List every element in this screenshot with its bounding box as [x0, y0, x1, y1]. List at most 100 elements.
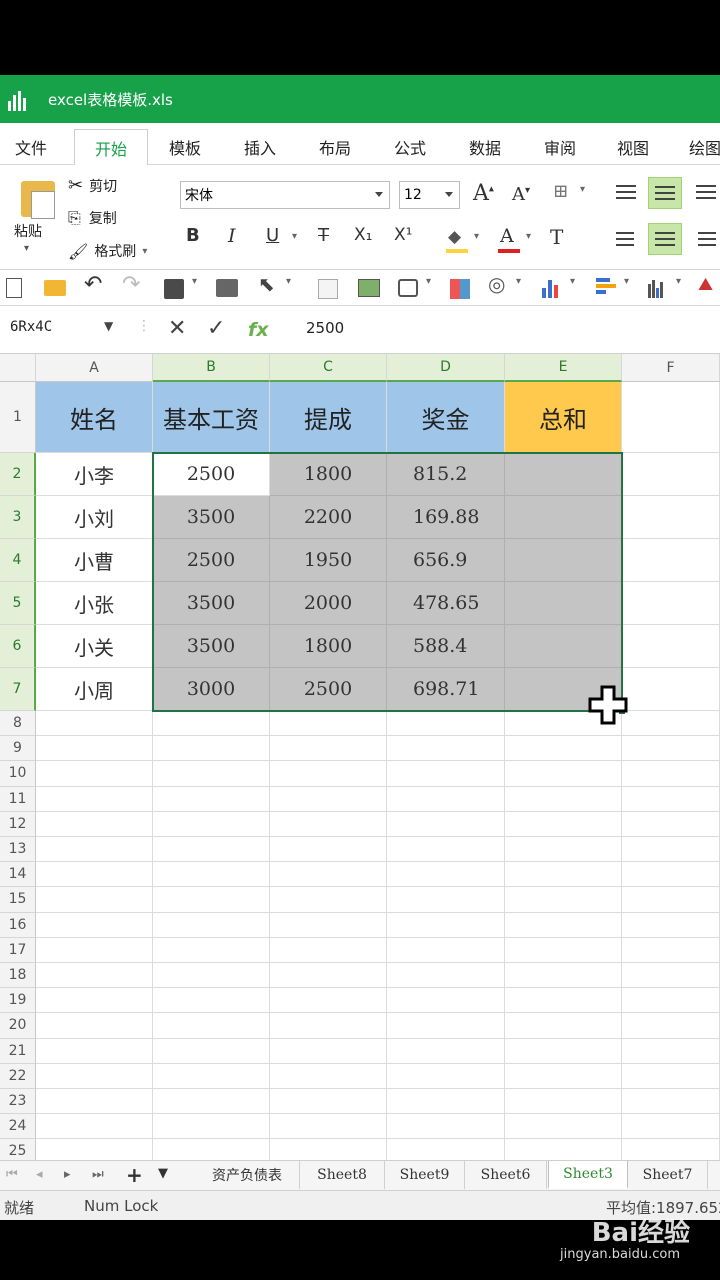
tab-template[interactable]: 模板 — [152, 129, 218, 165]
cell-c10[interactable] — [270, 761, 387, 787]
row-header-9[interactable]: 9 — [0, 736, 36, 762]
cell-c1[interactable]: 提成 — [270, 382, 387, 453]
cell-f24[interactable] — [622, 1114, 720, 1140]
underline-button[interactable]: U — [266, 225, 279, 246]
cell-e20[interactable] — [505, 1013, 622, 1039]
row-header-7[interactable]: 7 — [0, 668, 36, 711]
row-header-1[interactable]: 1 — [0, 382, 36, 453]
cell-c2[interactable]: 1800 — [270, 453, 387, 496]
cell-d10[interactable] — [387, 761, 505, 787]
cell-f19[interactable] — [622, 988, 720, 1014]
cell-f4[interactable] — [622, 539, 720, 582]
subscript-button[interactable]: X₁ — [354, 225, 372, 245]
cell-d14[interactable] — [387, 862, 505, 888]
tab-formula[interactable]: 公式 — [377, 129, 443, 165]
align-top-icon[interactable] — [616, 185, 636, 199]
cell-f16[interactable] — [622, 912, 720, 938]
row-header-12[interactable]: 12 — [0, 811, 36, 837]
cell-a1[interactable]: 姓名 — [36, 382, 153, 453]
formula-input[interactable]: 2500 — [306, 319, 344, 337]
column-header-a[interactable]: A — [36, 354, 153, 382]
picture-icon[interactable] — [358, 279, 380, 297]
cell-e23[interactable] — [505, 1089, 622, 1115]
tab-draw[interactable]: 绘图 — [675, 129, 720, 165]
column-header-c[interactable]: C — [270, 354, 387, 382]
cell-b12[interactable] — [153, 811, 270, 837]
cell-f20[interactable] — [622, 1013, 720, 1039]
cell-b15[interactable] — [153, 887, 270, 913]
chevron-down-icon[interactable]: ▾ — [624, 276, 646, 298]
cell-d3[interactable]: 169.88 — [387, 496, 505, 539]
cell-f18[interactable] — [622, 963, 720, 989]
cell-d21[interactable] — [387, 1038, 505, 1064]
cell-f17[interactable] — [622, 937, 720, 963]
row-header-21[interactable]: 21 — [0, 1038, 36, 1064]
cell-f15[interactable] — [622, 887, 720, 913]
cell-c25[interactable] — [270, 1139, 387, 1160]
cell-b21[interactable] — [153, 1038, 270, 1064]
save-icon[interactable] — [164, 279, 184, 299]
column-header-b[interactable]: B — [153, 354, 270, 382]
row-header-8[interactable]: 8 — [0, 711, 36, 737]
cell-e3[interactable] — [505, 496, 622, 539]
cell-b1[interactable]: 基本工资 — [153, 382, 270, 453]
cell-d20[interactable] — [387, 1013, 505, 1039]
cell-a17[interactable] — [36, 937, 153, 963]
column-header-e[interactable]: E — [505, 354, 622, 382]
cell-d4[interactable]: 656.9 — [387, 539, 505, 582]
cell-d15[interactable] — [387, 887, 505, 913]
italic-button[interactable]: I — [228, 225, 236, 247]
cell-d7[interactable]: 698.71 — [387, 668, 505, 711]
cell-e17[interactable] — [505, 937, 622, 963]
cell-e24[interactable] — [505, 1114, 622, 1140]
strikethrough-button[interactable]: T — [318, 225, 329, 246]
fill-color-button[interactable]: ◆ ▾ — [444, 223, 484, 257]
cell-c7[interactable]: 2500 — [270, 668, 387, 711]
add-sheet-icon[interactable]: + — [126, 1163, 143, 1187]
column-chart-icon[interactable] — [648, 276, 670, 298]
cell-c12[interactable] — [270, 811, 387, 837]
row-header-10[interactable]: 10 — [0, 761, 36, 787]
cell-c22[interactable] — [270, 1063, 387, 1089]
redo-icon[interactable]: ↷ — [122, 272, 144, 297]
prev-sheet-icon[interactable]: ◂ — [36, 1167, 43, 1182]
row-header-18[interactable]: 18 — [0, 963, 36, 989]
select-all-corner[interactable] — [0, 354, 36, 382]
cell-f23[interactable] — [622, 1089, 720, 1115]
cell-e5[interactable] — [505, 582, 622, 625]
cell-f5[interactable] — [622, 582, 720, 625]
cell-a24[interactable] — [36, 1114, 153, 1140]
cell-a8[interactable] — [36, 711, 153, 737]
cell-a14[interactable] — [36, 862, 153, 888]
sheet-tab-sheet7[interactable]: Sheet7 — [628, 1161, 708, 1189]
row-header-20[interactable]: 20 — [0, 1013, 36, 1039]
cell-c13[interactable] — [270, 837, 387, 863]
cell-e2[interactable] — [505, 453, 622, 496]
align-right-icon[interactable] — [698, 232, 716, 246]
tab-file[interactable]: 文件 — [0, 129, 62, 165]
cell-e12[interactable] — [505, 811, 622, 837]
cell-a16[interactable] — [36, 912, 153, 938]
cell-a9[interactable] — [36, 736, 153, 762]
cell-b5[interactable]: 3500 — [153, 582, 270, 625]
row-header-4[interactable]: 4 — [0, 539, 36, 582]
function-icon[interactable]: fx — [248, 319, 269, 341]
new-file-icon[interactable] — [6, 278, 22, 298]
shapes-icon[interactable]: ◎ — [488, 272, 510, 296]
cell-e10[interactable] — [505, 761, 622, 787]
chevron-down-icon[interactable]: ▾ — [426, 276, 448, 298]
cell-c21[interactable] — [270, 1038, 387, 1064]
cell-b19[interactable] — [153, 988, 270, 1014]
paste-button[interactable]: 粘贴 ▾ — [8, 171, 55, 261]
cell-e21[interactable] — [505, 1038, 622, 1064]
format-painter-button[interactable]: 🖌 格式刷 ▾ — [68, 241, 147, 261]
tab-insert[interactable]: 插入 — [227, 129, 293, 165]
tab-layout[interactable]: 布局 — [302, 129, 368, 165]
cell-d6[interactable]: 588.4 — [387, 625, 505, 668]
row-header-11[interactable]: 11 — [0, 786, 36, 812]
cell-b25[interactable] — [153, 1139, 270, 1160]
cell-d9[interactable] — [387, 736, 505, 762]
cell-d12[interactable] — [387, 811, 505, 837]
tab-data[interactable]: 数据 — [452, 129, 518, 165]
sheet-tab-sheet6[interactable]: Sheet6 — [465, 1161, 547, 1189]
